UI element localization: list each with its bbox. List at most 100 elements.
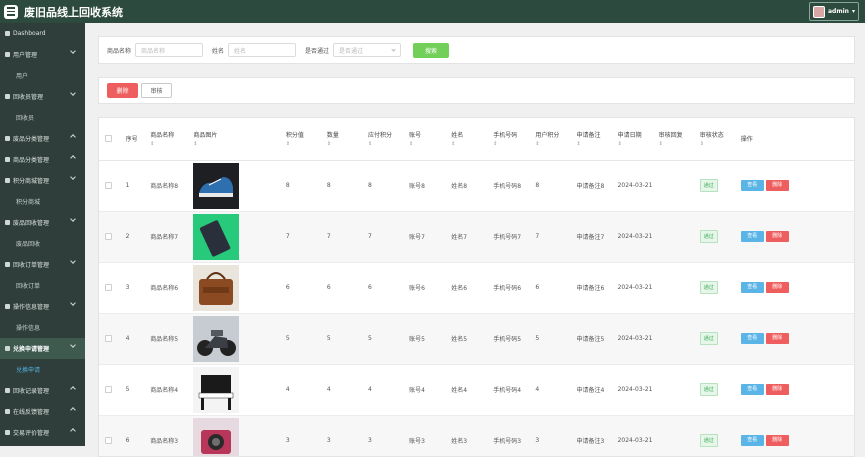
- sort-icon[interactable]: ⇕: [451, 141, 491, 147]
- column-header[interactable]: 账号⇕: [407, 118, 449, 160]
- sidebar-group[interactable]: 回收订单管理: [0, 254, 85, 275]
- product-image: [191, 313, 283, 364]
- menu-group-icon: [5, 388, 10, 393]
- sort-icon[interactable]: ⇕: [535, 141, 574, 147]
- review-button[interactable]: 审核: [141, 83, 172, 98]
- sidebar-subitem[interactable]: 回收员: [0, 107, 85, 128]
- cell-idx: 2: [124, 211, 149, 262]
- operations-cell: 查看删除: [739, 415, 855, 457]
- cell-phone: 手机号码5: [491, 313, 533, 364]
- sort-icon[interactable]: ⇕: [150, 141, 191, 147]
- delete-button[interactable]: 删除: [766, 435, 789, 446]
- column-header[interactable]: 序号: [124, 118, 149, 160]
- menu-toggle-icon[interactable]: [4, 5, 18, 19]
- person-input[interactable]: 姓名: [228, 43, 296, 57]
- sidebar-group[interactable]: 回收员管理: [0, 86, 85, 107]
- select-all-checkbox[interactable]: [105, 135, 112, 142]
- delete-button[interactable]: 删除: [766, 180, 789, 191]
- sidebar-group[interactable]: 交易评价管理: [0, 422, 85, 443]
- sidebar-item-label: 商品分类管理: [13, 155, 49, 164]
- sidebar-group[interactable]: 积分商城管理: [0, 170, 85, 191]
- sidebar-subitem[interactable]: 操作信息: [0, 317, 85, 338]
- sidebar-group[interactable]: 废品回收管理: [0, 212, 85, 233]
- cell-pts: 8: [284, 160, 325, 211]
- column-header[interactable]: 手机号码 ⇕: [491, 118, 533, 160]
- column-header[interactable]: 商品图片⇕: [191, 118, 283, 160]
- sidebar-subitem[interactable]: 兑换申请: [0, 359, 85, 380]
- sort-icon[interactable]: ⇕: [493, 141, 533, 147]
- row-checkbox[interactable]: [105, 182, 112, 189]
- row-checkbox[interactable]: [105, 335, 112, 342]
- cell-acct: 账号3: [407, 415, 449, 457]
- sidebar-item-dashboard[interactable]: Dashboard: [0, 23, 85, 44]
- sidebar-subitem-label: 回收订单: [16, 281, 40, 290]
- delete-button[interactable]: 删除: [766, 333, 789, 344]
- column-header[interactable]: 积分值⇕: [284, 118, 325, 160]
- sidebar-subitem[interactable]: 用户: [0, 65, 85, 86]
- sort-icon[interactable]: ⇕: [286, 141, 325, 147]
- row-checkbox[interactable]: [105, 233, 112, 240]
- row-checkbox[interactable]: [105, 437, 112, 444]
- sort-icon[interactable]: ⇕: [700, 141, 739, 147]
- sidebar-group[interactable]: 兑换申请管理: [0, 338, 85, 359]
- menu-group-icon: [5, 136, 10, 141]
- column-header[interactable]: 审核回复⇕: [657, 118, 698, 160]
- sidebar-group[interactable]: 回收记录管理: [0, 380, 85, 401]
- sort-icon[interactable]: ⇕: [409, 141, 449, 147]
- delete-button[interactable]: 删除: [766, 384, 789, 395]
- view-button[interactable]: 查看: [741, 180, 764, 191]
- sidebar-subitem[interactable]: 废品回收: [0, 233, 85, 254]
- sidebar-group[interactable]: 商品分类管理: [0, 149, 85, 170]
- sidebar-subitem-label: 用户: [16, 71, 28, 80]
- sort-icon[interactable]: ⇕: [618, 141, 657, 147]
- delete-button[interactable]: 删除: [766, 231, 789, 242]
- view-button[interactable]: 查看: [741, 435, 764, 446]
- column-header[interactable]: 用户积分⇕: [533, 118, 574, 160]
- view-button[interactable]: 查看: [741, 384, 764, 395]
- sidebar-subitem[interactable]: 积分商城: [0, 191, 85, 212]
- column-header-label: 手机号码: [493, 132, 517, 139]
- cell-person: 姓名7: [449, 211, 491, 262]
- sort-icon[interactable]: ⇕: [193, 141, 283, 147]
- view-button[interactable]: 查看: [741, 231, 764, 242]
- cell-reply: [657, 415, 698, 457]
- sort-icon[interactable]: ⇕: [368, 141, 407, 147]
- pass-select-value: 是否通过: [339, 46, 363, 55]
- sidebar-subitem[interactable]: 回收订单: [0, 275, 85, 296]
- cell-idx: 6: [124, 415, 149, 457]
- view-button[interactable]: 查看: [741, 333, 764, 344]
- column-header[interactable]: 商品名称⇕: [148, 118, 191, 160]
- sidebar-item-label: 回收订单管理: [13, 260, 49, 269]
- sort-icon[interactable]: ⇕: [659, 141, 698, 147]
- name-input[interactable]: 商品名称: [135, 43, 203, 57]
- user-menu[interactable]: admin ▾: [809, 2, 859, 21]
- cell-idx: 5: [124, 364, 149, 415]
- column-header[interactable]: 申请日期⇕: [616, 118, 657, 160]
- column-header[interactable]: 姓名⇕: [449, 118, 491, 160]
- sort-icon[interactable]: ⇕: [327, 141, 366, 147]
- delete-button[interactable]: 删除: [766, 282, 789, 293]
- column-header[interactable]: 数量⇕: [325, 118, 366, 160]
- app-title: 废旧品线上回收系统: [24, 4, 123, 20]
- column-header[interactable]: 操作: [739, 118, 855, 160]
- menu-group-icon: [5, 178, 10, 183]
- menu-group-icon: [5, 304, 10, 309]
- sidebar-group[interactable]: 在线反馈管理: [0, 401, 85, 422]
- search-button[interactable]: 搜索: [413, 43, 449, 58]
- column-header[interactable]: 审核状态⇕: [698, 118, 739, 160]
- sidebar-subitem-label: 回收员: [16, 113, 34, 122]
- column-header[interactable]: 申请备注⇕: [574, 118, 615, 160]
- menu-group-icon: [5, 409, 10, 414]
- view-button[interactable]: 查看: [741, 282, 764, 293]
- sidebar-group[interactable]: 操作信息管理: [0, 296, 85, 317]
- sidebar-group[interactable]: 废品分类管理: [0, 128, 85, 149]
- sort-icon[interactable]: ⇕: [576, 141, 615, 147]
- bulk-delete-button[interactable]: 删除: [107, 83, 138, 98]
- chevron-icon: [70, 155, 76, 161]
- sidebar-item-label: 在线反馈管理: [13, 407, 49, 416]
- sidebar-group[interactable]: 用户管理: [0, 44, 85, 65]
- row-checkbox[interactable]: [105, 386, 112, 393]
- pass-select[interactable]: 是否通过: [333, 43, 401, 57]
- row-checkbox[interactable]: [105, 284, 112, 291]
- column-header[interactable]: 应付积分⇕: [366, 118, 407, 160]
